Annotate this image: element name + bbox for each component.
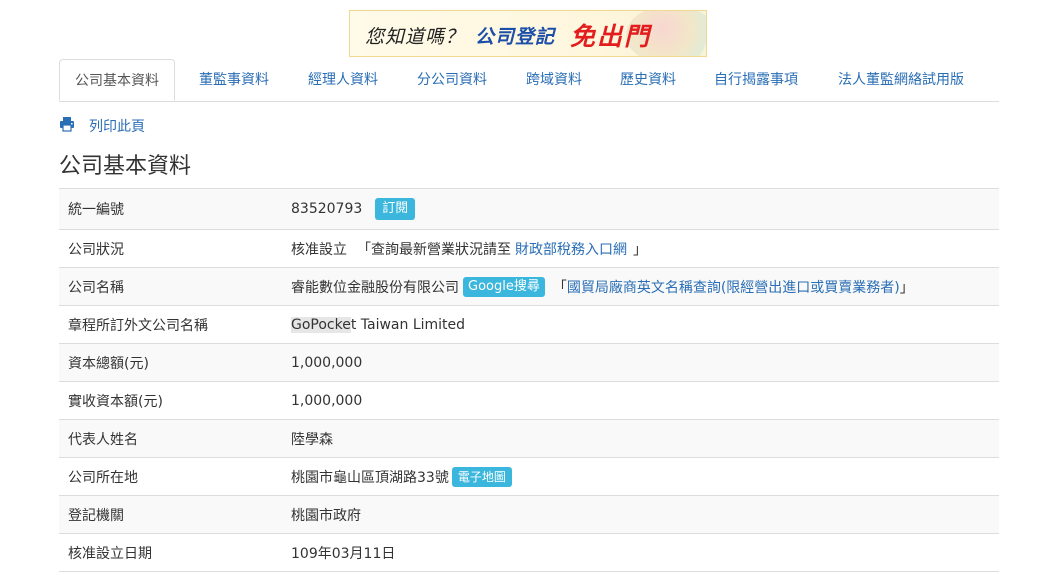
- tab-cross-domain[interactable]: 跨域資料: [526, 59, 582, 101]
- table-row-status: 公司狀況 核准設立 「查詢最新營業狀況請至 財政部稅務入口網 」: [59, 230, 999, 268]
- banner-free: 免出門: [570, 22, 652, 51]
- row-value: GoPocke t Taiwan Limited: [291, 316, 466, 333]
- representative-value: 陸學森: [291, 431, 333, 448]
- tab-bar: 公司基本資料 董監事資料 經理人資料 分公司資料 跨域資料 歷史資料 自行揭露事…: [59, 59, 999, 102]
- tab-self-disclosure[interactable]: 自行揭露事項: [714, 59, 798, 101]
- row-key: 公司狀況: [68, 241, 124, 258]
- table-row-name: 公司名稱 睿能數位金融股份有限公司 Google搜尋 「 國貿局廠商英文名稱查詢…: [59, 268, 999, 306]
- row-key: 章程所訂外文公司名稱: [68, 317, 208, 334]
- print-label: 列印此頁: [89, 119, 145, 135]
- tab-company-basic[interactable]: 公司基本資料: [59, 59, 175, 101]
- english-name-query-link[interactable]: 國貿局廠商英文名稱查詢(限經營出進口或買賣業務者): [567, 277, 900, 297]
- row-key: 統一編號: [68, 202, 124, 218]
- tab-directors[interactable]: 董監事資料: [199, 59, 269, 101]
- company-info-table: 統一編號 83520793 訂閱 公司狀況 核准設立 「查詢最新營業狀況請至 財…: [59, 188, 999, 572]
- table-row-address: 公司所在地 桃園市龜山區頂湖路33號 電子地圖: [59, 458, 999, 496]
- table-row-representative: 代表人姓名 陸學森: [59, 420, 999, 458]
- name-note-open: 「: [552, 279, 567, 296]
- table-row-approved-date: 核准設立日期 109年03月11日: [59, 534, 999, 572]
- row-value: 桃園市龜山區頂湖路33號 電子地圖: [291, 466, 512, 487]
- status-note-close: 」: [633, 241, 647, 258]
- printer-icon: [59, 116, 75, 136]
- promo-banner[interactable]: 您知道嗎？ 公司登記 免出門: [349, 10, 707, 57]
- status-note: 「查詢最新營業狀況請至: [357, 241, 511, 258]
- tab-branches[interactable]: 分公司資料: [417, 59, 487, 101]
- row-key: 資本總額(元): [68, 355, 149, 372]
- tax-portal-link[interactable]: 財政部稅務入口網: [515, 239, 627, 259]
- row-key: 公司所在地: [68, 469, 138, 486]
- map-button[interactable]: 電子地圖: [451, 466, 512, 487]
- company-name: 睿能數位金融股份有限公司: [291, 279, 459, 296]
- table-row-id: 統一編號 83520793 訂閱: [59, 189, 999, 230]
- subscribe-button[interactable]: 訂閱: [375, 198, 416, 220]
- tab-managers[interactable]: 經理人資料: [308, 59, 378, 101]
- table-row-capital: 資本總額(元) 1,000,000: [59, 344, 999, 382]
- google-search-button[interactable]: Google搜尋: [463, 276, 545, 297]
- banner-registration: 公司登記: [475, 26, 556, 48]
- page-title: 公司基本資料: [59, 154, 192, 179]
- row-key: 代表人姓名: [68, 431, 138, 448]
- company-id: 83520793: [291, 201, 363, 217]
- paid-capital-value: 1,000,000: [291, 392, 363, 409]
- table-row-english-name: 章程所訂外文公司名稱 GoPocke t Taiwan Limited: [59, 306, 999, 344]
- status-value: 核准設立: [291, 241, 347, 258]
- english-name-rest: t Taiwan Limited: [350, 316, 466, 333]
- row-value: 核准設立 「查詢最新營業狀況請至 財政部稅務入口網 」: [291, 239, 647, 259]
- authority-value: 桃園市政府: [291, 507, 361, 524]
- row-key: 實收資本額(元): [68, 393, 163, 410]
- row-key: 核准設立日期: [68, 545, 152, 562]
- english-name-highlight: GoPocke: [291, 316, 351, 333]
- address-value: 桃園市龜山區頂湖路33號: [291, 469, 449, 486]
- row-key: 登記機關: [68, 507, 124, 524]
- row-value: 83520793 訂閱: [291, 198, 416, 220]
- tab-corporate-network[interactable]: 法人董監網絡試用版: [838, 59, 964, 101]
- approved-date-value: 109年03月11日: [291, 545, 396, 562]
- name-note-close: 」: [899, 279, 914, 296]
- capital-value: 1,000,000: [291, 354, 363, 371]
- row-key: 公司名稱: [68, 279, 124, 296]
- table-row-paid-capital: 實收資本額(元) 1,000,000: [59, 382, 999, 420]
- row-value: 睿能數位金融股份有限公司 Google搜尋 「 國貿局廠商英文名稱查詢(限經營出…: [291, 276, 914, 297]
- table-row-authority: 登記機關 桃園市政府: [59, 496, 999, 534]
- banner-question: 您知道嗎？: [365, 26, 466, 48]
- tab-history[interactable]: 歷史資料: [620, 59, 676, 101]
- print-page-link[interactable]: 列印此頁: [59, 116, 145, 136]
